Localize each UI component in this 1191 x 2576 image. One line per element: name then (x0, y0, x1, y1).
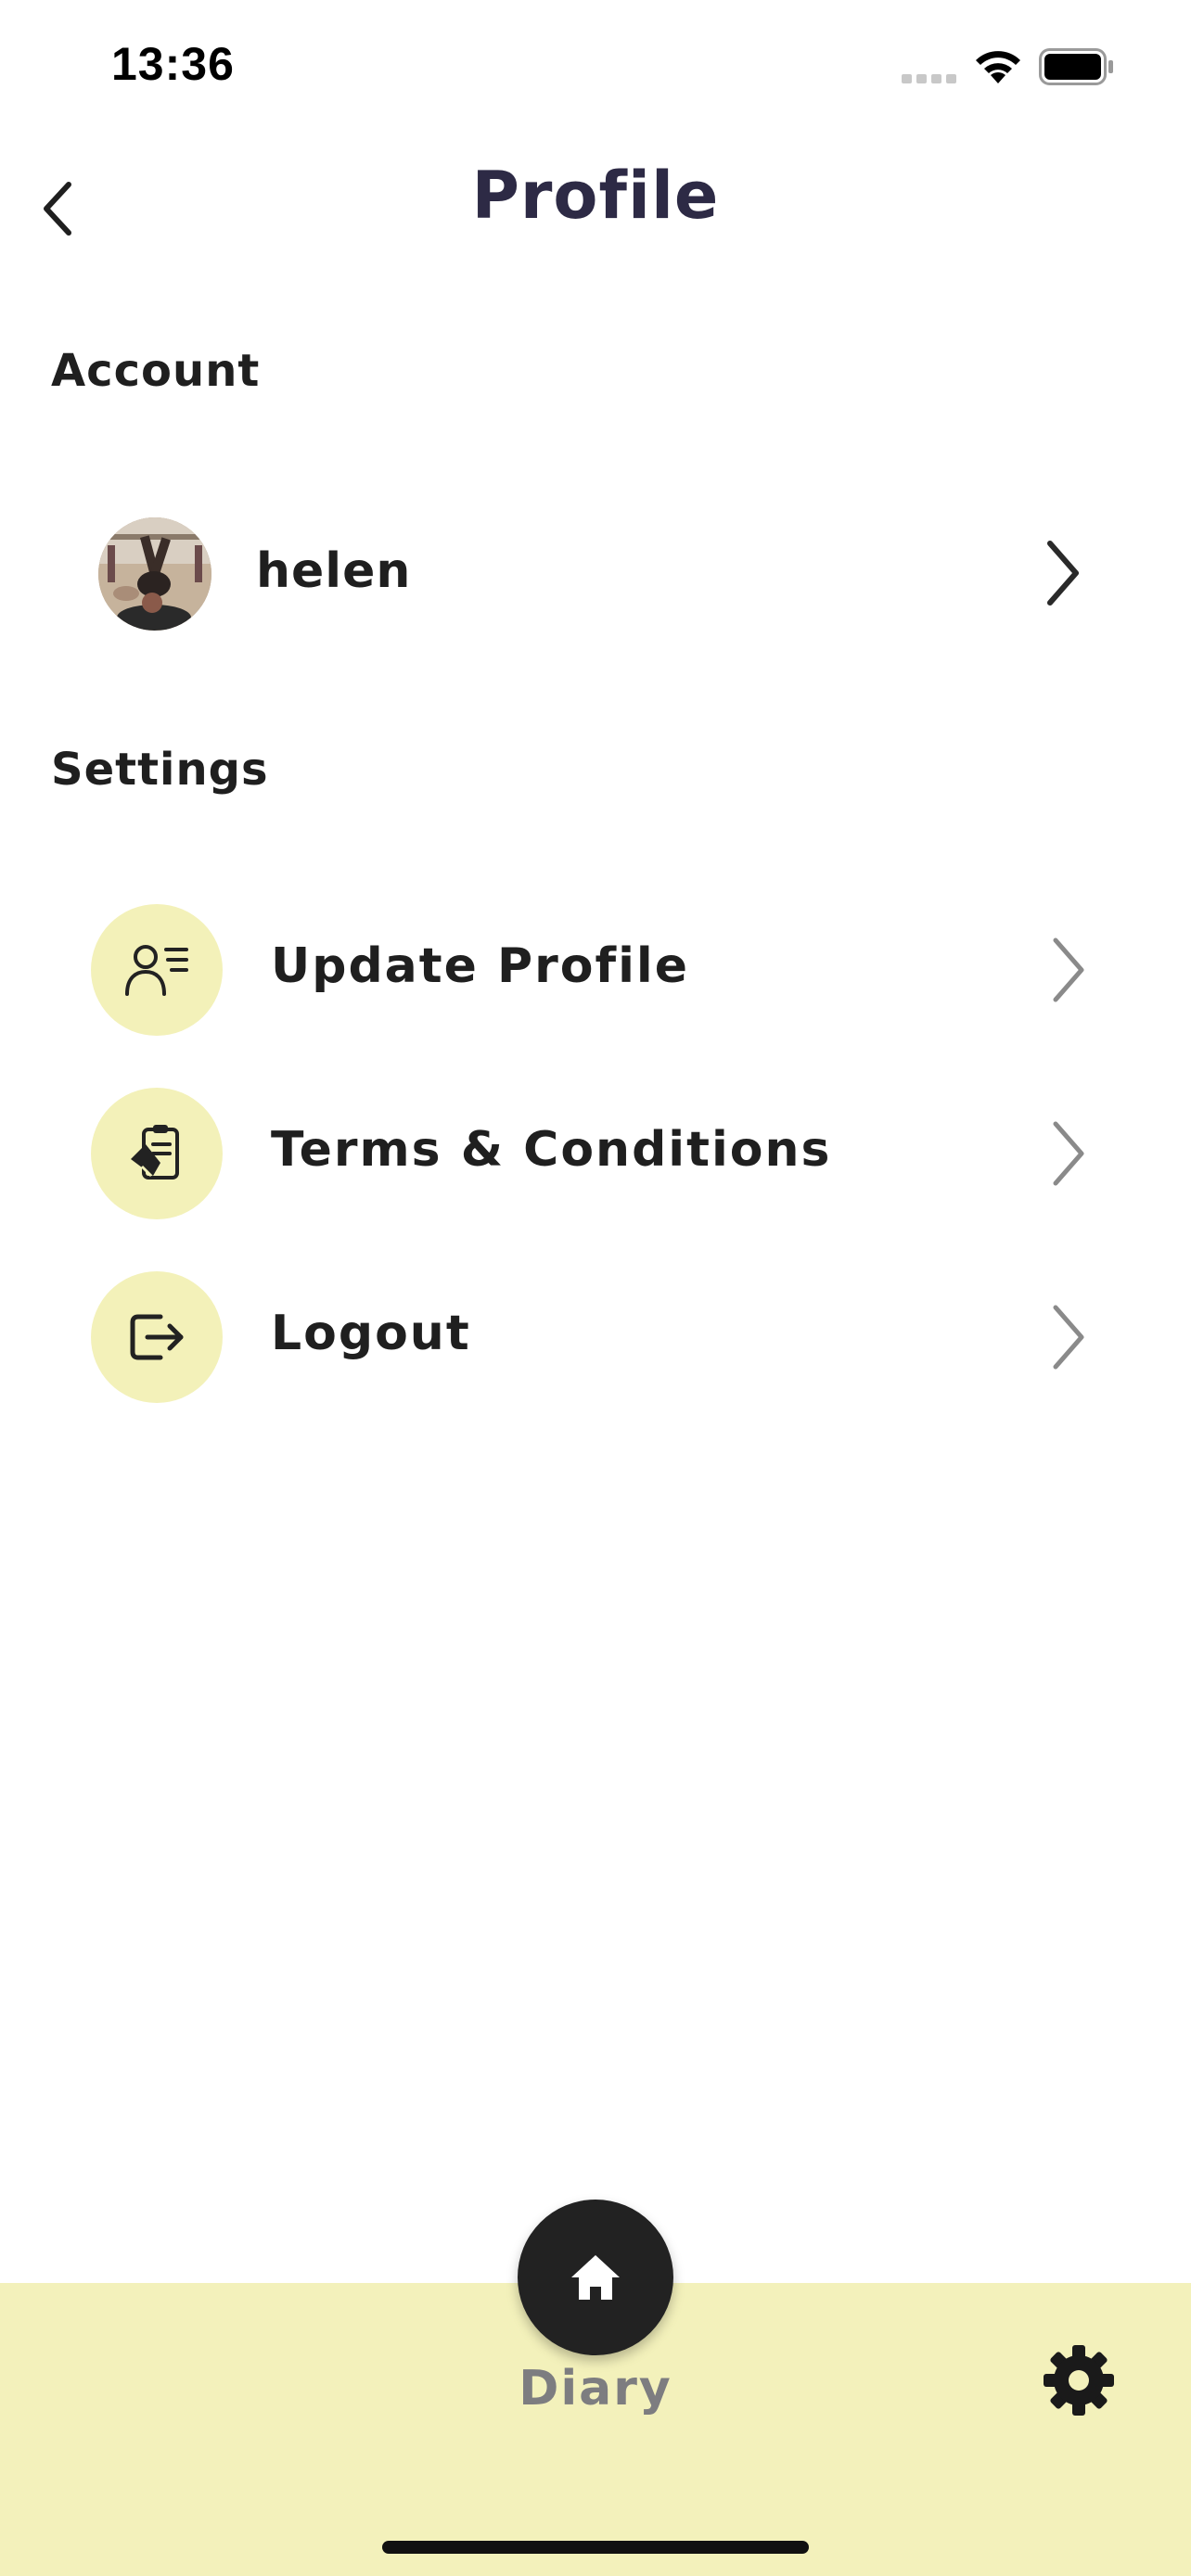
settings-item-label: Logout (271, 1306, 471, 1361)
profile-screen: 13:36 Profile Account helen Settings Upd… (0, 0, 1191, 2576)
home-button[interactable] (518, 2200, 673, 2355)
nav-label-diary[interactable]: Diary (0, 2361, 1191, 2417)
section-label-account: Account (51, 345, 261, 397)
chevron-right-icon (1047, 541, 1079, 606)
account-row[interactable]: helen (37, 501, 1169, 649)
settings-item-terms-conditions[interactable]: Terms & Conditions (37, 1079, 1169, 1228)
settings-item-label: Update Profile (271, 938, 690, 994)
user-details-icon (125, 945, 188, 996)
gear-icon[interactable] (1041, 2342, 1117, 2418)
status-time: 13:36 (111, 38, 235, 90)
settings-item-logout[interactable]: Logout (37, 1263, 1169, 1411)
status-bar: 13:36 (0, 0, 1191, 139)
row-icon-background (91, 1271, 223, 1403)
page-title: Profile (471, 158, 720, 234)
chevron-right-icon (1053, 1305, 1084, 1370)
clipboard-icon (131, 1125, 179, 1180)
avatar (98, 517, 211, 631)
logout-icon (130, 1314, 184, 1360)
settings-item-update-profile[interactable]: Update Profile (37, 896, 1169, 1044)
row-icon-background (91, 1088, 223, 1219)
battery-icon (1039, 48, 1113, 85)
cellular-signal-icon (902, 74, 957, 85)
wifi-icon (976, 51, 1020, 83)
home-indicator (382, 2541, 809, 2554)
account-username: helen (256, 543, 412, 599)
chevron-right-icon (1053, 937, 1084, 1002)
settings-item-label: Terms & Conditions (271, 1122, 832, 1178)
home-icon (571, 2255, 620, 2300)
section-label-settings: Settings (51, 744, 269, 796)
chevron-right-icon (1053, 1121, 1084, 1186)
row-icon-background (91, 904, 223, 1036)
